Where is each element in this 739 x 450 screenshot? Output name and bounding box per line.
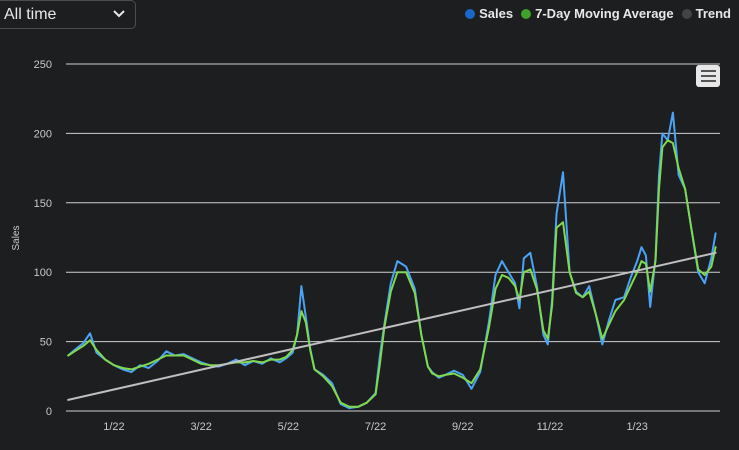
y-tick-labels: 0 50 100 150 200 250 xyxy=(34,59,52,418)
x-tick-label: 9/22 xyxy=(452,421,473,433)
series-line-7-day-moving-average xyxy=(67,139,717,408)
series-lines xyxy=(67,111,717,410)
x-tick-label: 11/22 xyxy=(537,421,564,433)
hamburger-menu-icon xyxy=(700,70,716,72)
y-axis-label: Sales xyxy=(11,225,22,250)
x-tick-label: 7/22 xyxy=(365,421,386,433)
y-tick-label: 250 xyxy=(34,59,52,71)
y-tick-label: 100 xyxy=(34,267,52,279)
x-tick-label: 3/22 xyxy=(190,421,211,433)
y-tick-label: 200 xyxy=(34,128,52,140)
y-tick-label: 0 xyxy=(46,406,52,418)
x-tick-label: 1/22 xyxy=(103,421,124,433)
y-gridlines xyxy=(66,63,720,412)
y-tick-label: 150 xyxy=(34,198,52,210)
series-line-sales xyxy=(67,111,717,410)
series-line-trend xyxy=(67,251,717,401)
x-tick-labels: 1/22 3/22 5/22 7/22 9/22 11/22 1/23 xyxy=(103,421,648,433)
y-tick-label: 50 xyxy=(40,337,52,349)
chart-menu-button[interactable] xyxy=(696,65,720,87)
x-tick-label: 1/23 xyxy=(626,421,647,433)
x-tick-label: 5/22 xyxy=(278,421,299,433)
sales-line-chart: 0 50 100 150 200 250 1/22 3/22 5/22 7/22 9/22 11/2… xyxy=(11,59,720,433)
